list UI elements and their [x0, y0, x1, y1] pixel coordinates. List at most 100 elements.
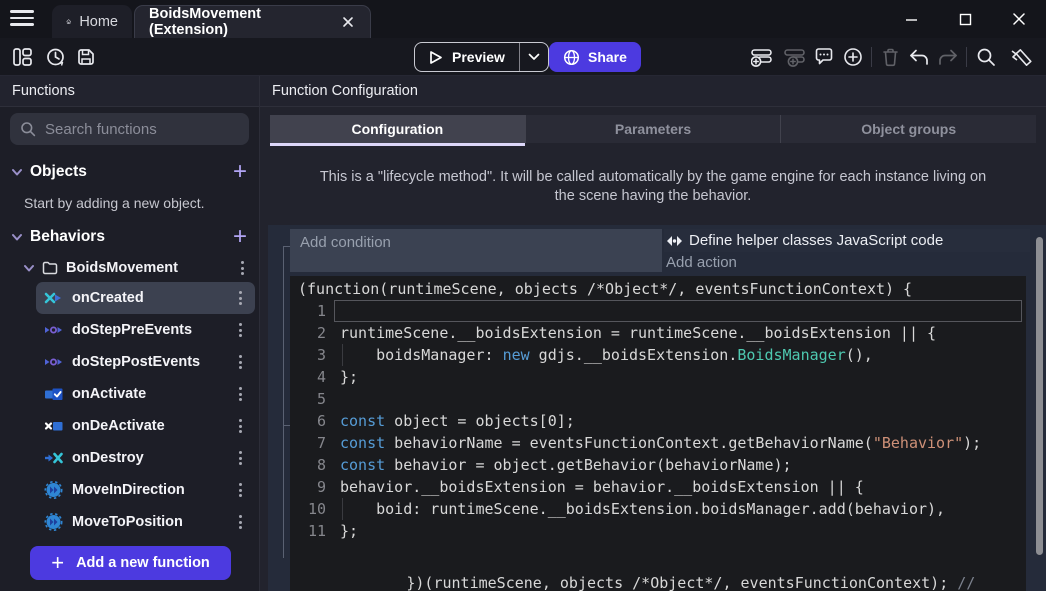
chevron-down-icon: [12, 167, 22, 177]
code-line-7[interactable]: 7const behaviorName = eventsFunctionCont…: [290, 432, 1026, 454]
add-event-icon[interactable]: [750, 45, 774, 69]
redo-icon[interactable]: [936, 45, 960, 69]
toolbar: Preview Share: [0, 38, 1046, 76]
tab-home-label: Home: [79, 14, 118, 30]
objects-section-header[interactable]: Objects +: [0, 157, 259, 187]
function-menu-icon[interactable]: [231, 449, 249, 468]
tab-close-icon[interactable]: [340, 14, 356, 30]
gear-icon: [44, 513, 63, 531]
history-icon[interactable]: [43, 45, 67, 69]
add-behavior-button[interactable]: +: [233, 227, 247, 247]
maximize-button[interactable]: [938, 0, 992, 38]
code-lines: 12runtimeScene.__boidsExtension = runtim…: [290, 300, 1026, 542]
code-line-6[interactable]: 6const object = objects[0];: [290, 410, 1026, 432]
tab-parameters[interactable]: Parameters: [526, 115, 782, 143]
code-footer-line: })(runtimeScene, objects /*Object*/, eve…: [290, 542, 990, 591]
function-menu-icon[interactable]: [231, 353, 249, 372]
chevron-down-icon: [24, 263, 34, 273]
tab-object-groups[interactable]: Object groups: [781, 115, 1036, 143]
edit-pen-icon[interactable]: [1010, 45, 1034, 69]
main-menu-icon[interactable]: [10, 10, 34, 28]
sidebar-title: Functions: [0, 76, 259, 107]
search-icon[interactable]: [974, 45, 998, 69]
preview-button[interactable]: Preview: [415, 49, 519, 66]
js-code-editor[interactable]: (function(runtimeScene, objects /*Object…: [290, 276, 1026, 591]
add-subevent-icon[interactable]: [783, 45, 807, 69]
tab-boidsmovement-label: BoidsMovement (Extension): [149, 6, 332, 38]
add-condition-cell[interactable]: Add condition: [290, 229, 662, 272]
code-line-11[interactable]: 11};: [290, 520, 1026, 542]
function-menu-icon[interactable]: [231, 321, 249, 340]
function-label: MoveToPosition: [72, 514, 183, 530]
function-label: onActivate: [72, 386, 146, 402]
function-row-MoveInDirection[interactable]: MoveInDirection: [36, 474, 255, 506]
function-label: doStepPreEvents: [72, 322, 192, 338]
functions-sidebar: Functions Search functions Objects + Sta…: [0, 76, 260, 591]
lifecycle-description: This is a "lifecycle method". It will be…: [310, 168, 996, 206]
function-row-onDestroy[interactable]: onDestroy: [36, 442, 255, 474]
trash-icon[interactable]: [878, 45, 902, 69]
function-menu-icon[interactable]: [231, 289, 249, 308]
function-row-doStepPreEvents[interactable]: doStepPreEvents: [36, 314, 255, 346]
add-comment-icon[interactable]: [812, 45, 836, 69]
line-number: 2: [290, 322, 326, 344]
code-line-1[interactable]: 1: [290, 300, 1026, 322]
gear-icon: [44, 481, 63, 499]
add-circle-icon[interactable]: [841, 45, 865, 69]
play-icon: [427, 49, 444, 66]
behavior-group-boidsmovement[interactable]: BoidsMovement: [24, 254, 251, 282]
add-action-cell[interactable]: Add action: [664, 252, 1030, 272]
add-action-label: Add action: [666, 254, 737, 271]
panels-icon[interactable]: [10, 45, 34, 69]
function-row-onActivate[interactable]: onActivate: [36, 378, 255, 410]
js-event-title: Define helper classes JavaScript code: [689, 232, 943, 249]
function-row-doStepPostEvents[interactable]: doStepPostEvents: [36, 346, 255, 378]
tab-home[interactable]: Home: [52, 5, 132, 38]
preview-button-group[interactable]: Preview: [414, 42, 549, 72]
share-label: Share: [588, 49, 627, 65]
close-button[interactable]: [992, 0, 1046, 38]
share-button[interactable]: Share: [549, 42, 641, 72]
code-line-8[interactable]: 8const behavior = object.getBehavior(beh…: [290, 454, 1026, 476]
code-line-5[interactable]: 5: [290, 388, 1026, 410]
function-row-MoveToPosition[interactable]: MoveToPosition: [36, 506, 255, 538]
search-functions-input[interactable]: Search functions: [10, 113, 249, 145]
minimize-button[interactable]: [884, 0, 938, 38]
code-text: const behaviorName = eventsFunctionConte…: [340, 432, 981, 454]
save-icon[interactable]: [74, 45, 98, 69]
preview-options-button[interactable]: [520, 53, 548, 61]
code-line-3[interactable]: 3 boidsManager: new gdjs.__boidsExtensio…: [290, 344, 1026, 366]
code-line-2[interactable]: 2runtimeScene.__boidsExtension = runtime…: [290, 322, 1026, 344]
configuration-tabbar: Configuration Parameters Object groups: [270, 115, 1036, 143]
events-scrollbar[interactable]: [1036, 237, 1043, 555]
tab-configuration[interactable]: Configuration: [270, 115, 526, 143]
deactivate-icon: [44, 417, 63, 435]
behaviors-section-header[interactable]: Behaviors +: [0, 222, 259, 252]
line-number: 8: [290, 454, 326, 476]
activate-icon: [44, 385, 63, 403]
function-row-onDeActivate[interactable]: onDeActivate: [36, 410, 255, 442]
function-label: onCreated: [72, 290, 144, 306]
step-icon: [44, 321, 63, 339]
group-menu-icon[interactable]: [233, 259, 251, 278]
js-event-title-row[interactable]: Define helper classes JavaScript code: [664, 229, 1030, 252]
main-panel-title: Function Configuration: [260, 76, 1046, 107]
add-object-button[interactable]: +: [233, 162, 247, 182]
function-menu-icon[interactable]: [231, 481, 249, 500]
add-function-button[interactable]: + Add a new function: [30, 546, 231, 580]
line-number: 5: [290, 388, 326, 410]
code-line-4[interactable]: 4};: [290, 366, 1026, 388]
function-menu-icon[interactable]: [231, 385, 249, 404]
tab-boidsmovement[interactable]: BoidsMovement (Extension): [134, 5, 371, 38]
code-line-9[interactable]: 9behavior.__boidsExtension = behavior.__…: [290, 476, 1026, 498]
function-menu-icon[interactable]: [231, 513, 249, 532]
objects-section-label: Objects: [30, 163, 87, 181]
code-text: boidsManager: new gdjs.__boidsExtension.…: [340, 344, 873, 366]
created-icon: [44, 289, 63, 307]
undo-icon[interactable]: [907, 45, 931, 69]
line-number: 10: [290, 498, 326, 520]
code-line-10[interactable]: 10 boid: runtimeScene.__boidsExtension.b…: [290, 498, 1026, 520]
function-label: doStepPostEvents: [72, 354, 200, 370]
function-menu-icon[interactable]: [231, 417, 249, 436]
function-row-onCreated[interactable]: onCreated: [36, 282, 255, 314]
